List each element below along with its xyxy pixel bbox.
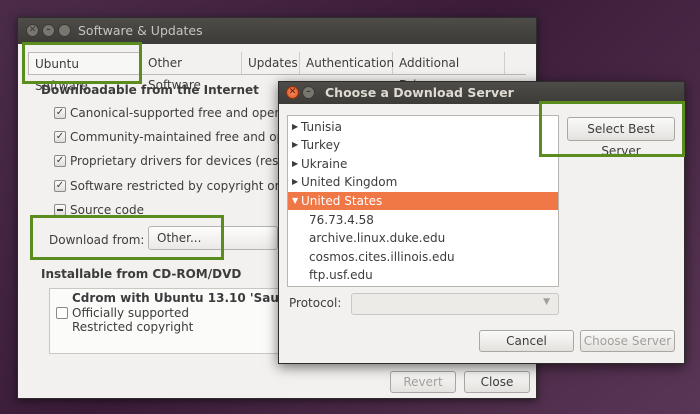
server-label: ftp.usf.edu bbox=[309, 268, 373, 282]
server-label: cosmos.cites.illinois.edu bbox=[309, 250, 455, 264]
country-label: Tunisia bbox=[301, 120, 342, 134]
checkbox-cdrom[interactable] bbox=[56, 307, 68, 319]
cdrom-line-restricted: Restricted copyright bbox=[72, 320, 194, 334]
country-row-tunisia[interactable]: ▶ Tunisia bbox=[288, 118, 558, 136]
checkbox-restricted[interactable]: ✓ bbox=[54, 180, 66, 192]
main-titlebar: ✕ – Software & Updates bbox=[18, 18, 536, 44]
highlight-ubuntu-software-tab bbox=[22, 42, 142, 84]
country-label: United States bbox=[301, 194, 383, 208]
highlight-select-best-server bbox=[539, 101, 685, 157]
option-community-label: Community-maintained free and open- bbox=[70, 130, 304, 144]
close-button[interactable]: Close bbox=[464, 371, 530, 393]
country-row-united-kingdom[interactable]: ▶ United Kingdom bbox=[288, 173, 558, 191]
dialog-close-icon[interactable]: ✕ bbox=[286, 86, 299, 99]
expand-icon[interactable]: ▶ bbox=[292, 118, 298, 136]
expand-icon[interactable]: ▶ bbox=[292, 136, 298, 154]
internet-section-title: Downloadable from the Internet bbox=[41, 83, 259, 97]
cdrom-section-title: Installable from CD-ROM/DVD bbox=[41, 267, 242, 281]
country-label: Ukraine bbox=[301, 157, 348, 171]
cdrom-list: Cdrom with Ubuntu 13.10 'Saucy Sal Offic… bbox=[49, 288, 319, 354]
window-minimize-icon[interactable]: – bbox=[42, 24, 55, 37]
option-proprietary-label: Proprietary drivers for devices (restric bbox=[70, 154, 298, 168]
tab-updates[interactable]: Updates bbox=[242, 52, 300, 74]
country-label: Turkey bbox=[301, 138, 341, 152]
option-canonical-label: Canonical-supported free and open-so bbox=[70, 106, 300, 120]
revert-button[interactable]: Revert bbox=[390, 371, 456, 393]
dropdown-arrow-icon: ▼ bbox=[543, 297, 550, 307]
option-restricted-label: Software restricted by copyright or leg bbox=[70, 179, 302, 193]
checkbox-canonical[interactable]: ✓ bbox=[54, 107, 66, 119]
country-label: United Kingdom bbox=[301, 175, 398, 189]
protocol-label: Protocol: bbox=[289, 296, 342, 310]
highlight-download-from bbox=[30, 215, 224, 260]
country-row-united-states[interactable]: ▼ United States bbox=[288, 192, 558, 210]
window-title: Software & Updates bbox=[78, 23, 203, 38]
dialog-title: Choose a Download Server bbox=[325, 85, 514, 100]
checkbox-proprietary[interactable]: ✓ bbox=[54, 155, 66, 167]
protocol-combo[interactable]: ▼ bbox=[351, 293, 559, 315]
tab-authentication[interactable]: Authentication bbox=[300, 52, 394, 74]
server-label: 76.73.4.58 bbox=[309, 213, 374, 227]
server-row[interactable]: ftp.usf.edu bbox=[288, 266, 558, 284]
server-tree[interactable]: ▶ Tunisia ▶ Turkey ▶ Ukraine ▶ United Ki… bbox=[287, 115, 559, 287]
collapse-icon[interactable]: ▼ bbox=[292, 192, 298, 210]
server-row[interactable]: cosmos.cites.illinois.edu bbox=[288, 248, 558, 266]
cancel-button[interactable]: Cancel bbox=[479, 330, 574, 352]
window-maximize-icon[interactable] bbox=[58, 24, 71, 37]
country-row-ukraine[interactable]: ▶ Ukraine bbox=[288, 155, 558, 173]
dialog-minimize-icon[interactable]: – bbox=[302, 86, 315, 99]
cdrom-line-supported: Officially supported bbox=[72, 306, 189, 320]
tab-other-software[interactable]: Other Software bbox=[142, 52, 242, 92]
server-row[interactable]: archive.linux.duke.edu bbox=[288, 229, 558, 247]
checkbox-community[interactable]: ✓ bbox=[54, 131, 66, 143]
window-close-icon[interactable]: ✕ bbox=[26, 24, 39, 37]
expand-icon[interactable]: ▶ bbox=[292, 155, 298, 173]
server-label: archive.linux.duke.edu bbox=[309, 231, 446, 245]
country-row-turkey[interactable]: ▶ Turkey bbox=[288, 136, 558, 154]
expand-icon[interactable]: ▶ bbox=[292, 173, 298, 191]
choose-server-button[interactable]: Choose Server bbox=[580, 330, 675, 352]
server-row[interactable]: 76.73.4.58 bbox=[288, 211, 558, 229]
tab-additional-drivers[interactable]: Additional Drivers bbox=[393, 52, 505, 92]
